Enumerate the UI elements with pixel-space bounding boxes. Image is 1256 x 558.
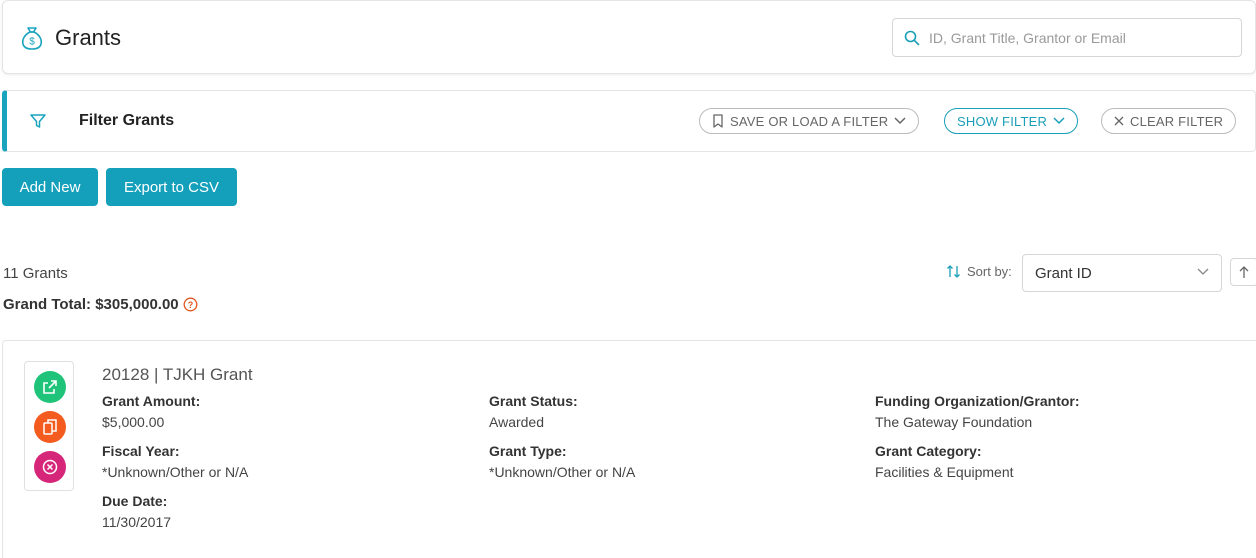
sort-direction-button[interactable]	[1230, 258, 1256, 286]
field-value: *Unknown/Other or N/A	[102, 464, 249, 480]
field-value: Facilities & Equipment	[875, 464, 1014, 480]
field-value: $5,000.00	[102, 414, 165, 430]
delete-icon	[42, 459, 58, 475]
delete-grant-button[interactable]	[34, 451, 66, 483]
page-header: $ Grants	[2, 0, 1256, 74]
question-icon[interactable]: ?	[183, 297, 198, 312]
save-load-filter-button[interactable]: SAVE OR LOAD A FILTER	[699, 108, 920, 134]
grant-title: 20128 | TJKH Grant	[102, 365, 253, 384]
filter-bar: Filter Grants SAVE OR LOAD A FILTER SHOW…	[2, 90, 1256, 152]
copy-icon	[43, 419, 57, 435]
field-value: 11/30/2017	[102, 514, 172, 530]
show-filter-label: SHOW FILTER	[957, 113, 1048, 129]
svg-text:$: $	[29, 37, 35, 48]
svg-text:?: ?	[187, 300, 193, 310]
search-box[interactable]	[892, 18, 1242, 57]
chevron-down-icon	[1053, 117, 1065, 125]
export-csv-button[interactable]: Export to CSV	[106, 168, 237, 206]
field-label: Grant Type:	[489, 443, 567, 459]
grant-status-field: Grant Status: Awarded	[489, 393, 578, 430]
field-label: Fiscal Year:	[102, 443, 180, 459]
bookmark-icon	[713, 114, 723, 128]
grand-total: Grand Total: $305,000.00 ?	[3, 296, 198, 313]
save-load-filter-label: SAVE OR LOAD A FILTER	[730, 113, 889, 129]
external-link-icon	[43, 380, 57, 394]
open-grant-button[interactable]	[34, 371, 66, 403]
sort-select-value: Grant ID	[1035, 265, 1092, 282]
grand-total-text: Grand Total: $305,000.00	[3, 296, 179, 313]
sort-icon	[947, 265, 960, 278]
clear-filter-button[interactable]: CLEAR FILTER	[1101, 108, 1237, 134]
grant-actions	[24, 361, 74, 491]
sort-label-text: Sort by:	[967, 264, 1012, 279]
show-filter-button[interactable]: SHOW FILTER	[944, 108, 1079, 134]
grant-card: 20128 | TJKH Grant Grant Amount: $5,000.…	[2, 340, 1256, 558]
field-value: *Unknown/Other or N/A	[489, 464, 636, 480]
grant-type-field: Grant Type: *Unknown/Other or N/A	[489, 443, 635, 480]
search-icon	[904, 30, 920, 46]
search-input[interactable]	[929, 27, 1229, 49]
chevron-down-icon	[894, 117, 906, 125]
close-icon	[1114, 116, 1124, 126]
clear-filter-label: CLEAR FILTER	[1130, 113, 1224, 129]
field-label: Grant Status:	[489, 393, 578, 409]
field-label: Grant Category:	[875, 443, 982, 459]
grant-amount-field: Grant Amount: $5,000.00	[102, 393, 200, 430]
field-label: Grant Amount:	[102, 393, 201, 409]
filter-icon	[30, 114, 46, 128]
field-label: Funding Organization/Grantor:	[875, 393, 1080, 409]
arrow-up-icon	[1239, 266, 1249, 278]
field-value: The Gateway Foundation	[875, 414, 1033, 430]
filter-title: Filter Grants	[79, 112, 175, 129]
copy-grant-button[interactable]	[34, 411, 66, 443]
field-value: Awarded	[489, 414, 545, 430]
page-title: Grants	[55, 25, 122, 50]
field-label: Due Date:	[102, 493, 168, 509]
fiscal-year-field: Fiscal Year: *Unknown/Other or N/A	[102, 443, 248, 480]
sort-select[interactable]: Grant ID	[1022, 254, 1222, 292]
chevron-down-icon	[1197, 268, 1209, 275]
funding-organization-field: Funding Organization/Grantor: The Gatewa…	[875, 393, 1080, 430]
add-new-button[interactable]: Add New	[2, 168, 98, 206]
money-bag-icon: $	[21, 27, 43, 50]
due-date-field: Due Date: 11/30/2017	[102, 493, 171, 530]
sort-label: Sort by:	[946, 264, 1012, 279]
grant-count: 11 Grants	[3, 265, 68, 282]
grant-category-field: Grant Category: Facilities & Equipment	[875, 443, 1014, 480]
